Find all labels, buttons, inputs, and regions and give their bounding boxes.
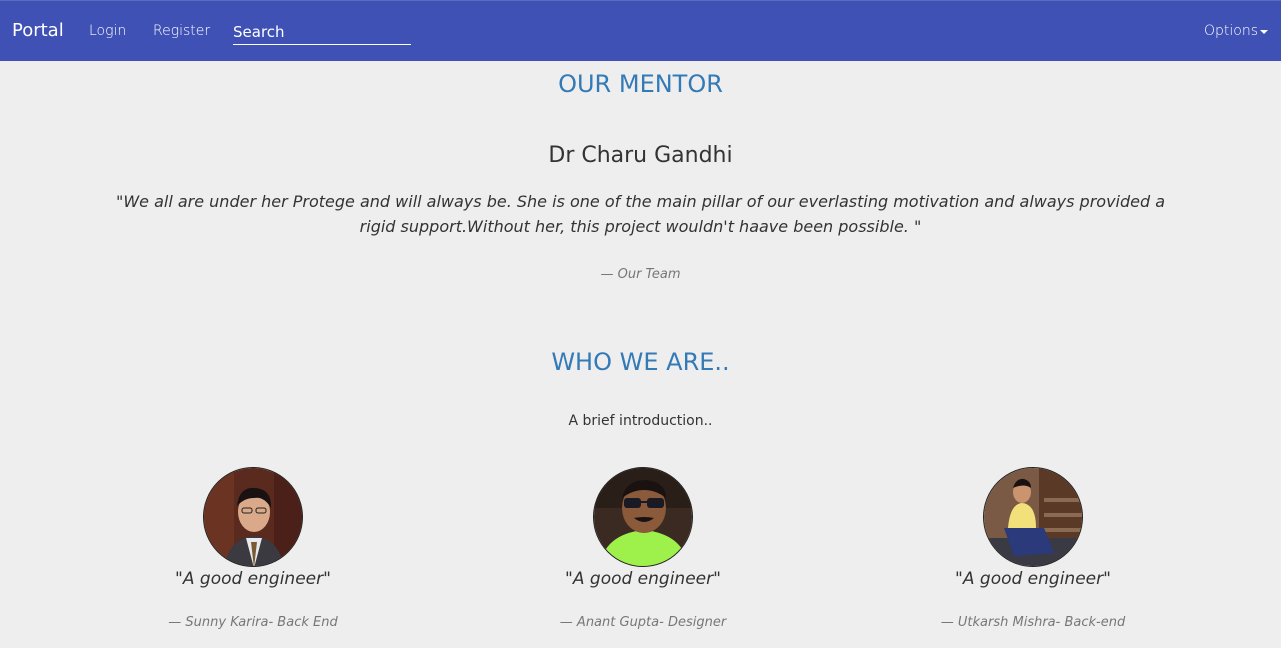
mentor-cite: — Our Team [600,267,681,282]
team-section-title: WHO WE ARE.. [551,348,730,376]
team-member-card: "A good engineer" — Sunny Karira- Back E… [103,467,403,630]
member-cite: — Sunny Karira- Back End [168,615,338,630]
mentor-section-title: OUR MENTOR [558,70,723,98]
navbar: Portal Login Register Options [0,0,1281,61]
avatar [203,467,303,567]
caret-down-icon [1260,30,1268,34]
member-quote: "A good engineer" [565,569,721,589]
team-member-card: "A good engineer" — Anant Gupta- Designe… [493,467,793,630]
team-member-card: "A good engineer" — Utkarsh Mishra- Back… [883,467,1183,630]
mentor-quote: "We all are under her Protege and will a… [115,192,1166,236]
register-link[interactable]: Register [153,23,210,39]
brand-link[interactable]: Portal [12,20,64,41]
member-cite: — Utkarsh Mishra- Back-end [940,615,1126,630]
search-field [233,20,411,45]
member-quote: "A good engineer" [955,569,1111,589]
options-label: Options [1203,23,1258,39]
search-input[interactable] [233,20,411,44]
member-cite: — Anant Gupta- Designer [559,615,727,630]
mentor-name: Dr Charu Gandhi [548,143,733,168]
avatar [983,467,1083,567]
avatar [593,467,693,567]
member-quote: "A good engineer" [175,569,331,589]
team-intro: A brief introduction.. [568,413,713,429]
login-link[interactable]: Login [89,23,126,39]
options-dropdown[interactable]: Options [1204,23,1268,39]
